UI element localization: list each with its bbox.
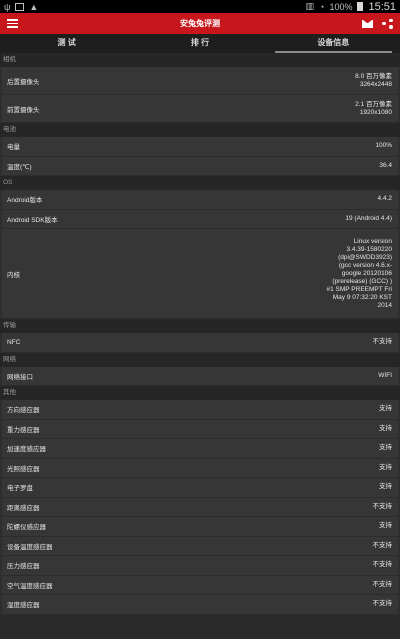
tab-ranking[interactable]: 排 行 [133,34,266,53]
battery-group: 电量 100% 温度(℃) 36.4 [2,137,398,176]
row-orientation-sensor: 方向感应器 支持 [2,400,398,420]
section-header-other: 其他 [0,386,400,400]
row-value: Linux version 3.4.39-1580220 (dpi@SWDD39… [326,237,393,309]
row-value: 不支持 [372,600,393,608]
row-network-interface: 网络接口 WIFI [2,367,398,386]
warning-icon: ▲ [29,1,39,12]
row-rear-camera: 后置摄像头 8.0 百万像素 3264x2448 [2,67,398,95]
row-value: 不支持 [372,541,393,549]
status-right-icons: ▥ ◔ 100% 15:51 [305,1,396,13]
row-label: 光照感应器 [7,465,40,473]
row-label: 压力感应器 [7,563,40,571]
row-value: 19 (Android 4.4) [345,214,392,222]
row-value: 支持 [379,444,392,452]
row-kernel: 内核 Linux version 3.4.39-1580220 (dpi@SWD… [2,229,398,319]
row-gyroscope: 陀螺仪感应器 支持 [2,517,398,537]
section-header-network: 网络 [0,352,400,367]
tab-test[interactable]: 测 试 [0,34,133,53]
row-value: 8.0 百万像素 3264x2448 [355,72,392,88]
row-label: 设备温度感应器 [7,543,53,551]
sensors-group: 方向感应器 支持 重力感应器 支持 加速度感应器 支持 光照感应器 支持 电子罗… [2,400,398,615]
row-value: 支持 [379,424,392,432]
row-label: Android SDK版本 [7,216,58,224]
row-humidity-sensor: 湿度感应器 不支持 [2,595,398,615]
row-label: 距离感应器 [7,504,40,512]
row-pressure-sensor: 压力感应器 不支持 [2,556,398,576]
row-value: 支持 [379,463,392,471]
row-value: 36.4 [379,161,392,169]
row-device-temperature-sensor: 设备温度感应器 不支持 [2,537,398,556]
row-value: 4.4.2 [377,195,392,203]
row-light-sensor: 光照感应器 支持 [2,459,398,478]
app-title: 安兔兔评测 [180,19,220,28]
row-label: 空气温度感应器 [7,582,53,590]
row-value: 支持 [379,522,392,530]
section-header-os: OS [0,176,400,190]
share-icon[interactable] [382,18,393,29]
row-label: 重力感应器 [7,426,40,434]
row-label: 网络接口 [7,373,33,381]
camera-group: 后置摄像头 8.0 百万像素 3264x2448 前置摄像头 2.1 百万像素 … [2,67,398,123]
network-group: 网络接口 WIFI [2,366,398,386]
mail-icon[interactable] [362,19,373,28]
signal-icon: ▥ [305,1,314,11]
row-value: 不支持 [372,561,393,569]
section-header-camera: 相机 [0,53,400,67]
tab-device-info[interactable]: 设备信息 [267,34,400,53]
row-label: 后置摄像头 [7,78,40,86]
device-info-list[interactable]: 相机 后置摄像头 8.0 百万像素 3264x2448 前置摄像头 2.1 百万… [0,53,400,615]
row-gravity-sensor: 重力感应器 支持 [2,420,398,439]
row-label: 内核 [7,271,20,279]
row-label: Android版本 [7,197,43,205]
row-android-version: Android版本 4.4.2 [2,190,398,210]
section-header-transfer: 传输 [0,319,400,333]
row-android-sdk: Android SDK版本 19 (Android 4.4) [2,210,398,229]
battery-percent: 100% [329,1,353,12]
transfer-group: NFC 不支持 [2,333,398,353]
app-bar: 安兔兔评测 [0,13,400,34]
row-label: 电子罗盘 [7,485,33,493]
row-value: 支持 [379,405,392,413]
usb-icon: ψ [4,1,11,12]
row-value: 支持 [379,483,392,491]
row-proximity-sensor: 距离感应器 不支持 [2,498,398,517]
row-label: 加速度感应器 [7,446,46,454]
row-label: 电量 [7,144,20,152]
row-value: 100% [375,142,392,150]
os-group: Android版本 4.4.2 Android SDK版本 19 (Androi… [2,190,398,319]
section-header-battery: 电池 [0,123,400,137]
row-value: WIFI [378,371,392,379]
row-accelerometer: 加速度感应器 支持 [2,439,398,459]
row-compass: 电子罗盘 支持 [2,478,398,498]
wifi-icon: ◔ [319,1,325,12]
menu-icon[interactable] [7,19,18,28]
clock: 15:51 [368,0,396,13]
row-label: 前置摄像头 [7,106,40,114]
battery-icon [357,2,364,11]
row-value: 不支持 [372,502,393,510]
status-left-icons: ψ ▲ [4,2,38,12]
status-bar: ψ ▲ ▥ ◔ 100% 15:51 [0,0,400,13]
row-label: 方向感应器 [7,407,40,415]
row-front-camera: 前置摄像头 2.1 百万像素 1920x1080 [2,95,398,123]
row-label: 温度(℃) [7,163,32,171]
row-value: 不支持 [372,338,393,346]
image-notification-icon [15,2,25,11]
row-value: 2.1 百万像素 1920x1080 [355,100,392,116]
row-air-temperature-sensor: 空气温度感应器 不支持 [2,576,398,595]
row-label: NFC [7,338,21,346]
row-label: 陀螺仪感应器 [7,524,46,532]
tab-bar: 测 试 排 行 设备信息 [0,34,400,53]
row-label: 湿度感应器 [7,602,40,610]
row-value: 不支持 [372,580,393,588]
row-battery-temperature: 温度(℃) 36.4 [2,157,398,176]
row-nfc: NFC 不支持 [2,333,398,353]
row-battery-level: 电量 100% [2,137,398,157]
